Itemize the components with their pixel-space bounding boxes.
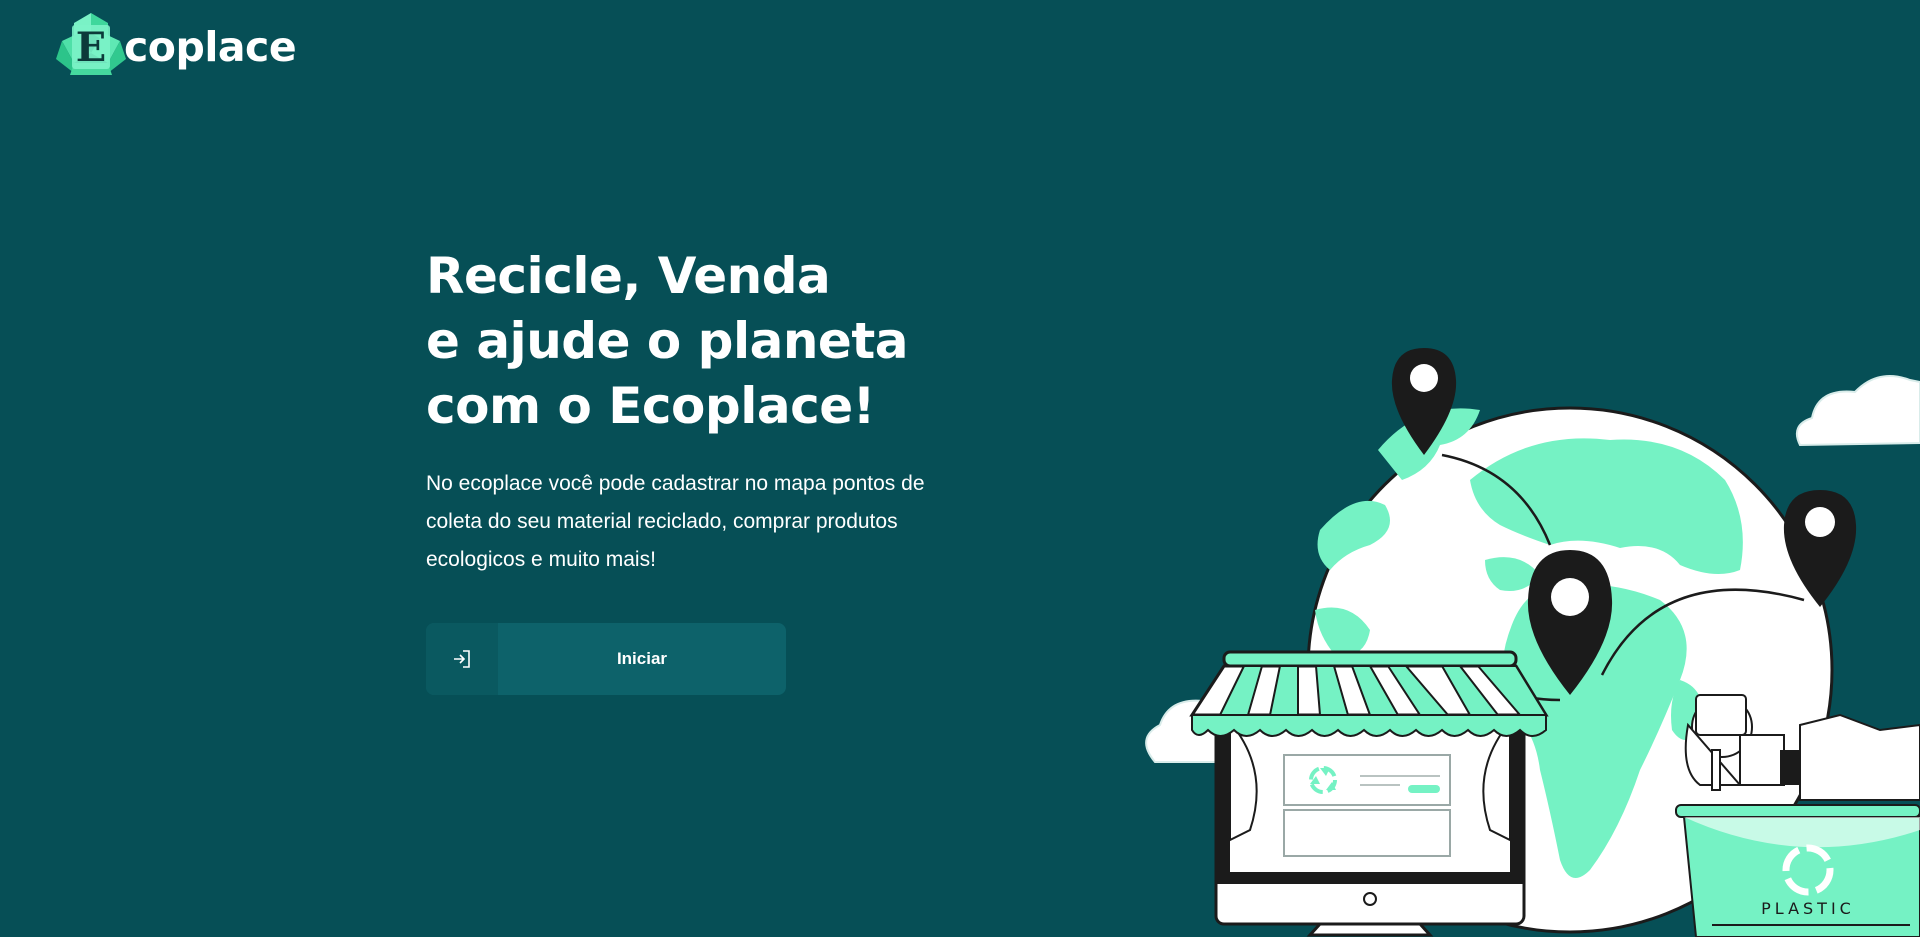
logo-letter: E — [76, 24, 107, 71]
hero-title-line-3: com o Ecoplace! — [426, 377, 875, 435]
hero-title: Recicle, Venda e ajude o planeta com o E… — [426, 244, 986, 439]
start-button-label: Iniciar — [616, 649, 668, 668]
hero-title-line-2: e ajude o planeta — [426, 312, 908, 370]
recycle-logo-icon: E — [52, 11, 130, 79]
brand-name: coplace — [124, 23, 297, 71]
cloud-icon — [1796, 375, 1920, 447]
hero-title-line-1: Recicle, Venda — [426, 247, 831, 305]
login-icon — [426, 623, 498, 695]
storefront-icon — [1189, 650, 1549, 937]
ecoplace-logo[interactable]: E coplace — [52, 10, 297, 80]
start-button[interactable]: Iniciar — [426, 623, 786, 695]
landing-page: E coplace Recicle, Venda e ajude o plane… — [0, 0, 1920, 937]
bin-label: PLASTIC — [1761, 899, 1855, 918]
hero-illustration: PLASTIC — [1140, 330, 1920, 937]
hero-description: No ecoplace você pode cadastrar no mapa … — [426, 472, 925, 571]
hero-section: Recicle, Venda e ajude o planeta com o E… — [426, 244, 986, 579]
